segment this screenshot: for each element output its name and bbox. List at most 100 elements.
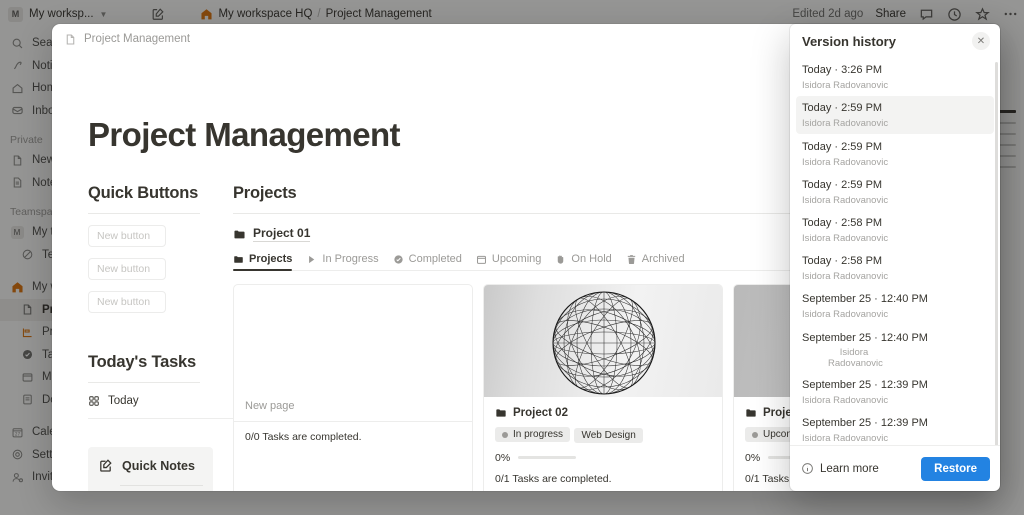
card-tasks-status: 0/1 Tasks are completed. [495,472,612,485]
todays-tasks-title: Today's Tasks [88,353,197,371]
divider [120,485,203,486]
play-icon [306,254,317,265]
version-author: Isidora Radovanovic [802,156,889,168]
divider [88,418,233,419]
card-bottom-space [234,443,472,491]
learn-more-link[interactable]: Learn more [801,462,879,475]
tab-label: On Hold [571,253,612,265]
calendar-icon [476,254,487,265]
new-button[interactable]: New button [88,291,166,313]
version-history-item[interactable]: September 25 · 12:40 PM Isidora Radovanov… [796,287,994,325]
version-timestamp: Today · 2:59 PM [802,140,883,153]
hand-icon [555,254,566,265]
card-tasks-status: 0/0 Tasks are completed. [245,431,362,443]
card-status-badge: In progress [495,427,571,442]
version-author: Isidora Radovanovic [802,118,889,130]
new-button[interactable]: New button [88,258,166,280]
todays-tasks-item-label: Today [108,395,139,407]
new-button-label: New button [97,263,151,275]
quick-notes-title: Quick Notes [122,458,195,473]
empty-card-label: New page [245,400,295,412]
projects-folder-label: Project 01 [253,226,311,242]
divider [88,213,200,214]
check-circle-icon [393,254,404,265]
version-history-list[interactable]: Today · 3:26 PM Isidora Radovanovic Today … [790,58,1000,445]
card-cover-wireframe-sphere [484,285,722,397]
version-author: Isidora Radovanovic [802,271,889,283]
version-history-item[interactable]: September 25 · 12:40 PM Isidora Radovanov… [796,325,994,372]
grid-icon [88,395,100,407]
version-timestamp: Today · 2:59 PM [802,178,883,191]
left-column: Quick Buttons New button New button New … [88,184,233,491]
version-timestamp: September 25 · 12:40 PM [802,293,928,306]
new-button-label: New button [97,296,151,308]
version-history-item[interactable]: Today · 2:58 PM Isidora Radovanovic [796,211,994,249]
version-author: Isidora Radovanovic [802,394,889,406]
version-history-item[interactable]: Today · 2:59 PM Isidora Radovanovic [796,134,994,172]
tab-label: Upcoming [491,253,542,265]
tab-completed[interactable]: Completed [393,253,462,265]
version-timestamp: Today · 3:26 PM [802,64,883,77]
quick-notes-card[interactable]: Quick Notes [88,447,213,491]
card-title-row: Project 02 [495,407,711,419]
version-author: Isidora Radovanovic [802,309,889,321]
version-history-item[interactable]: September 25 · 12:39 PM Isidora Radovanov… [796,373,994,411]
card-progress-percent: 0% [745,451,761,464]
card-title: Project 02 [513,407,568,419]
folder-icon [495,407,507,419]
version-history-item[interactable]: Today · 2:59 PM Isidora Radovanovic [796,173,994,211]
card-progress-bar [518,456,577,459]
tab-in-progress[interactable]: In Progress [306,253,379,265]
new-button[interactable]: New button [88,225,166,247]
version-history-item[interactable]: Today · 2:59 PM Isidora Radovanovic [796,96,994,135]
tab-label: In Progress [322,253,379,265]
version-timestamp: September 25 · 12:40 PM [802,331,928,344]
version-timestamp: September 25 · 12:39 PM [802,378,928,391]
close-icon[interactable]: ✕ [972,32,990,50]
version-timestamp: Today · 2:58 PM [802,216,883,229]
tab-label: Projects [249,253,293,265]
folder-icon [745,407,757,419]
version-history-footer: Learn more Restore [790,445,1000,491]
new-button-label: New button [97,230,151,242]
tab-label: Archived [641,253,685,265]
card-title: Proje [763,407,792,419]
card-body: Project 02 In progress Web Design 0% 0/1… [484,397,722,485]
card-status-label: Upcon [763,429,792,440]
version-history-item[interactable]: Today · 3:26 PM Isidora Radovanovic [796,58,994,96]
card-progress-percent: 0% [495,451,511,464]
todays-tasks-item[interactable]: Today [88,395,233,407]
card-blank-area [234,285,472,400]
tab-on-hold[interactable]: On Hold [555,253,612,265]
tab-upcoming[interactable]: Upcoming [476,253,542,265]
divider [88,382,200,383]
edit-square-icon [98,458,113,473]
version-author: Isidora Radovanovic [802,232,889,244]
restore-button[interactable]: Restore [921,456,990,481]
card-progress: 0% [495,452,711,464]
page-icon [64,33,77,46]
version-author: Isidora Radovanovic [802,194,889,206]
scrollbar[interactable] [995,62,998,445]
tab-archived[interactable]: Archived [626,253,685,265]
card-tag-label: Web Design [581,429,636,441]
status-dot-icon [502,431,508,438]
project-card-empty[interactable]: New page 0/0 Tasks are completed. [233,284,473,491]
version-history-panel: Version history ✕ Today · 3:26 PM Isidora… [790,24,1000,491]
version-history-item[interactable]: September 25 · 12:39 PM Isidora Radovanov… [796,411,994,445]
version-history-item[interactable]: Today · 2:58 PM Isidora Radovanovic [796,249,994,287]
project-card[interactable]: Project 02 In progress Web Design 0% 0/1… [483,284,723,491]
version-history-header: Version history ✕ [790,24,1000,58]
version-history-title: Version history [802,33,896,49]
divider [234,421,472,422]
trash-icon [626,254,637,265]
version-timestamp: Today · 2:58 PM [802,255,883,268]
version-timestamp: Today · 2:59 PM [802,102,883,115]
folder-icon [233,228,246,241]
version-author: Isidora Radovanovic [802,432,889,444]
info-icon [801,462,814,475]
version-author: Isidora Radovanovic [828,346,883,369]
learn-more-label: Learn more [820,462,879,475]
tab-projects[interactable]: Projects [233,253,293,271]
